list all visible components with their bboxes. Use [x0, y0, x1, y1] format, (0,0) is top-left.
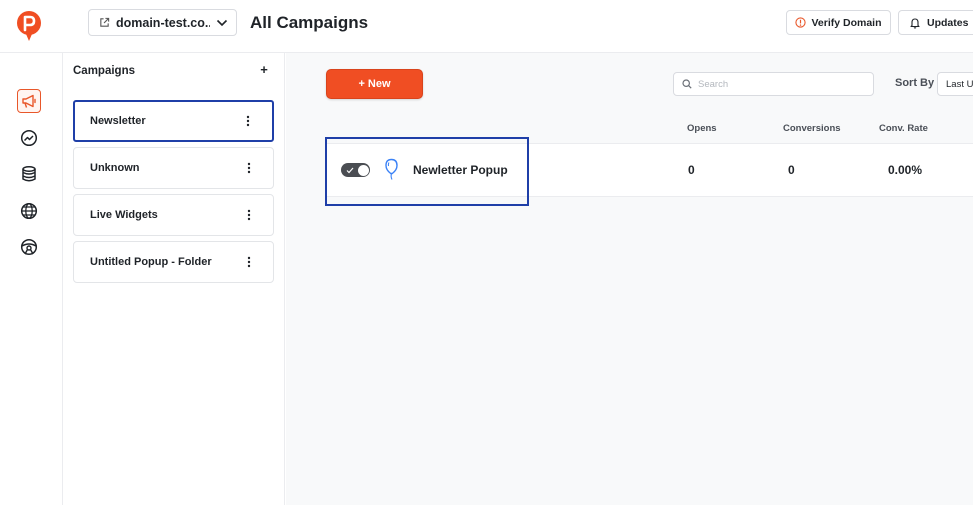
rail-data[interactable] — [17, 162, 41, 186]
external-link-icon — [100, 17, 110, 27]
folder-label: Live Widgets — [90, 209, 158, 221]
search-box — [673, 72, 874, 96]
folder-item-newsletter[interactable]: Newsletter — [73, 100, 274, 142]
rail-campaigns[interactable] — [17, 89, 41, 113]
folder-item-unknown[interactable]: Unknown — [73, 147, 274, 189]
column-header-conversions[interactable]: Conversions — [783, 123, 841, 134]
globe-icon — [20, 202, 38, 220]
bell-icon — [910, 17, 920, 29]
folder-label: Newsletter — [90, 115, 146, 127]
updates-button[interactable]: Updates — [898, 10, 973, 35]
campaigns-main: + New Sort By Last Updated Opens Convers… — [286, 53, 973, 505]
folder-item-live-widgets[interactable]: Live Widgets — [73, 194, 274, 236]
rail-analytics[interactable] — [17, 126, 41, 150]
sort-select[interactable]: Last Updated — [937, 72, 973, 96]
sidebar-title: Campaigns — [73, 65, 135, 77]
folder-item-untitled-popup[interactable]: Untitled Popup - Folder — [73, 241, 274, 283]
campaign-conv-rate: 0.00% — [888, 163, 923, 177]
campaigns-sidebar: Campaigns + Newsletter Unknown Live Widg… — [63, 53, 285, 505]
campaign-conversions: 0 — [788, 163, 795, 177]
search-icon — [682, 79, 692, 89]
page-title: All Campaigns — [250, 13, 369, 32]
logo-icon[interactable] — [15, 10, 43, 44]
verify-domain-label: Verify Domain — [811, 16, 882, 29]
updates-label: Updates — [927, 16, 969, 29]
trending-icon — [20, 129, 38, 147]
folder-label: Unknown — [90, 162, 140, 174]
column-header-opens[interactable]: Opens — [687, 123, 717, 134]
chevron-down-icon — [216, 19, 228, 26]
verify-domain-button[interactable]: Verify Domain — [786, 10, 891, 35]
sort-by-label: Sort By — [895, 77, 935, 89]
steering-wheel-icon — [20, 238, 38, 256]
column-header-conv-rate[interactable]: Conv. Rate — [879, 123, 928, 134]
rail-domains[interactable] — [17, 199, 41, 223]
campaign-opens: 0 — [688, 163, 695, 177]
row-highlight-box — [325, 137, 529, 206]
domain-selector[interactable]: domain-test.co... — [88, 9, 237, 36]
new-campaign-button[interactable]: + New — [326, 69, 423, 99]
kebab-menu-icon[interactable] — [247, 209, 251, 221]
folder-label: Untitled Popup - Folder — [90, 256, 212, 268]
add-folder-button[interactable]: + — [258, 62, 270, 77]
kebab-menu-icon[interactable] — [246, 115, 250, 127]
domain-name: domain-test.co... — [116, 15, 210, 30]
search-input[interactable] — [698, 78, 868, 90]
icon-rail — [0, 53, 63, 505]
kebab-menu-icon[interactable] — [247, 256, 251, 268]
kebab-menu-icon[interactable] — [247, 162, 251, 174]
top-bar: domain-test.co... All Campaigns Verify D… — [0, 0, 973, 53]
database-icon — [22, 166, 36, 182]
rail-integrations[interactable] — [17, 235, 41, 259]
megaphone-icon — [22, 94, 36, 108]
info-icon — [795, 17, 807, 28]
